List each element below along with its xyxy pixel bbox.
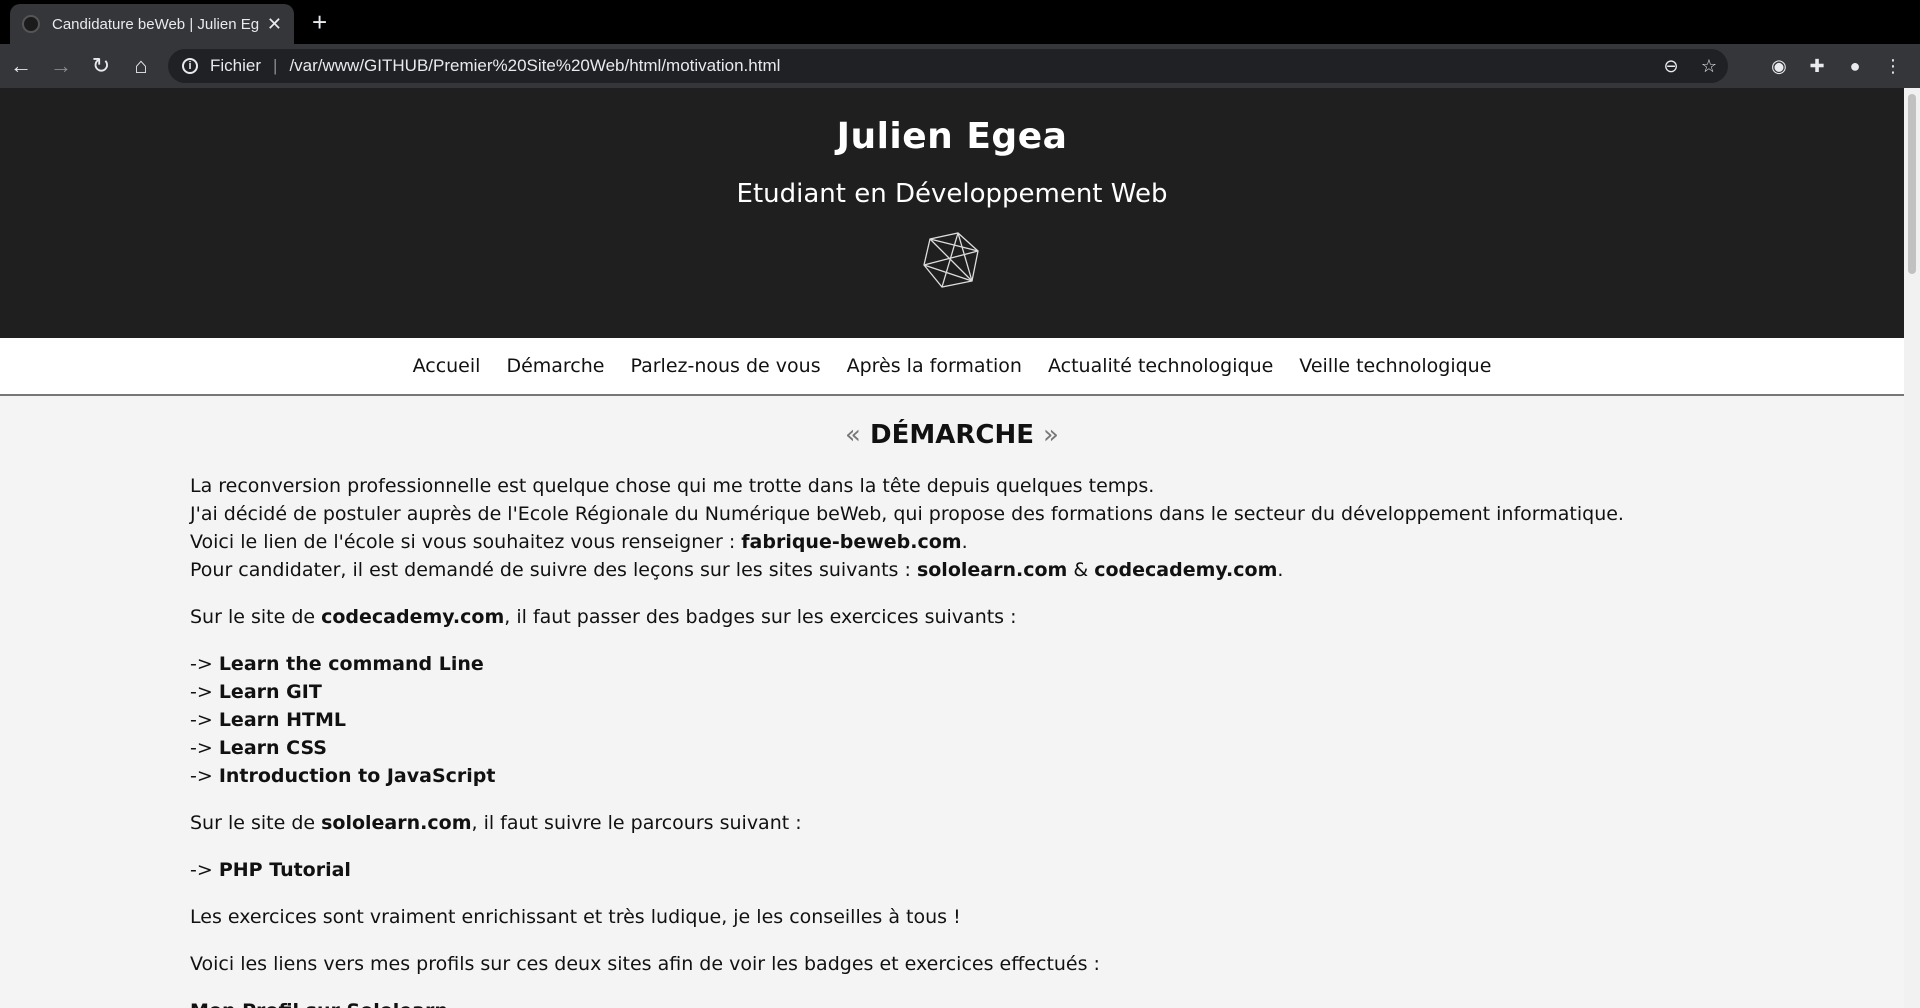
extension-icon[interactable]: ◉ xyxy=(1762,50,1796,82)
main-nav: Accueil Démarche Parlez-nous de vous Apr… xyxy=(0,338,1904,396)
back-icon[interactable]: ← xyxy=(2,47,40,85)
sololearn-list: -> PHP Tutorial xyxy=(190,859,351,881)
profile-link-sololearn[interactable]: Mon Profil sur Sololearn xyxy=(190,997,1714,1008)
scheme-separator: | xyxy=(273,56,278,75)
link-fabrique-beweb[interactable]: fabrique-beweb.com xyxy=(741,531,961,553)
menu-kebab-icon[interactable]: ⋮ xyxy=(1876,50,1910,82)
browser-tab[interactable]: Candidature beWeb | Julien Egea ✕ xyxy=(10,4,294,44)
forward-icon[interactable]: → xyxy=(42,47,80,85)
list-item: Learn GIT xyxy=(218,681,322,703)
new-tab-button[interactable]: + xyxy=(312,8,327,36)
site-header: Julien Egea Etudiant en Développement We… xyxy=(0,88,1904,338)
nav-item-demarche[interactable]: Démarche xyxy=(493,355,617,377)
list-item: Introduction to JavaScript xyxy=(218,765,496,787)
site-subtitle: Etudiant en Développement Web xyxy=(736,179,1168,209)
nav-item-accueil[interactable]: Accueil xyxy=(400,355,494,377)
info-icon[interactable]: i xyxy=(182,58,198,74)
list-item: PHP Tutorial xyxy=(218,859,351,881)
intro-paragraph: La reconversion professionnelle est quel… xyxy=(190,475,1624,581)
reload-icon[interactable]: ↻ xyxy=(82,47,120,85)
link-codecademy-2[interactable]: codecademy.com xyxy=(321,606,504,628)
main-content: « DÉMARCHE » La reconversion professionn… xyxy=(0,420,1904,1008)
tab-title: Candidature beWeb | Julien Egea xyxy=(52,15,259,33)
scheme-label: Fichier xyxy=(210,56,262,75)
link-codecademy[interactable]: codecademy.com xyxy=(1094,559,1277,581)
exercises-note: Les exercices sont vraiment enrichissant… xyxy=(190,906,961,928)
bookmark-star-icon[interactable]: ☆ xyxy=(1690,56,1728,77)
page-scrollbar[interactable] xyxy=(1904,88,1920,1008)
nav-item-veille[interactable]: Veille technologique xyxy=(1286,355,1504,377)
scrollbar-thumb[interactable] xyxy=(1908,94,1916,274)
home-icon[interactable]: ⌂ xyxy=(122,47,160,85)
url-text[interactable]: /var/www/GITHUB/Premier%20Site%20Web/htm… xyxy=(289,56,1652,76)
geometric-logo-icon xyxy=(923,232,979,288)
nav-item-actualite[interactable]: Actualité technologique xyxy=(1035,355,1286,377)
codecademy-list: -> Learn the command Line -> Learn GIT -… xyxy=(190,653,496,787)
close-tab-icon[interactable]: ✕ xyxy=(267,14,282,35)
browser-toolbar: ← → ↻ ⌂ i Fichier | /var/www/GITHUB/Prem… xyxy=(0,44,1920,88)
page-title-text: DÉMARCHE xyxy=(870,420,1034,450)
link-sololearn[interactable]: sololearn.com xyxy=(917,559,1067,581)
zoom-icon[interactable]: ⊖ xyxy=(1652,56,1690,77)
nav-item-apres-formation[interactable]: Après la formation xyxy=(834,355,1035,377)
link-sololearn-2[interactable]: sololearn.com xyxy=(321,812,471,834)
sololearn-paragraph: Sur le site de sololearn.com, il faut su… xyxy=(190,812,802,834)
codecademy-paragraph: Sur le site de codecademy.com, il faut p… xyxy=(190,606,1017,628)
page-title: « DÉMARCHE » xyxy=(845,420,1059,450)
profile-avatar-icon[interactable]: ● xyxy=(1838,50,1872,82)
list-item: Learn CSS xyxy=(218,737,327,759)
tab-strip: Candidature beWeb | Julien Egea ✕ + xyxy=(0,0,1920,44)
site-name: Julien Egea xyxy=(836,116,1068,157)
list-item: Learn HTML xyxy=(218,709,347,731)
profiles-note: Voici les liens vers mes profils sur ces… xyxy=(190,953,1100,975)
address-bar[interactable]: i Fichier | /var/www/GITHUB/Premier%20Si… xyxy=(168,49,1728,83)
nav-item-parlez-nous[interactable]: Parlez-nous de vous xyxy=(617,355,833,377)
list-item: Learn the command Line xyxy=(218,653,484,675)
favicon-icon xyxy=(22,15,40,33)
web-page: Julien Egea Etudiant en Développement We… xyxy=(0,88,1904,1008)
extensions-puzzle-icon[interactable]: ✚ xyxy=(1800,50,1834,82)
